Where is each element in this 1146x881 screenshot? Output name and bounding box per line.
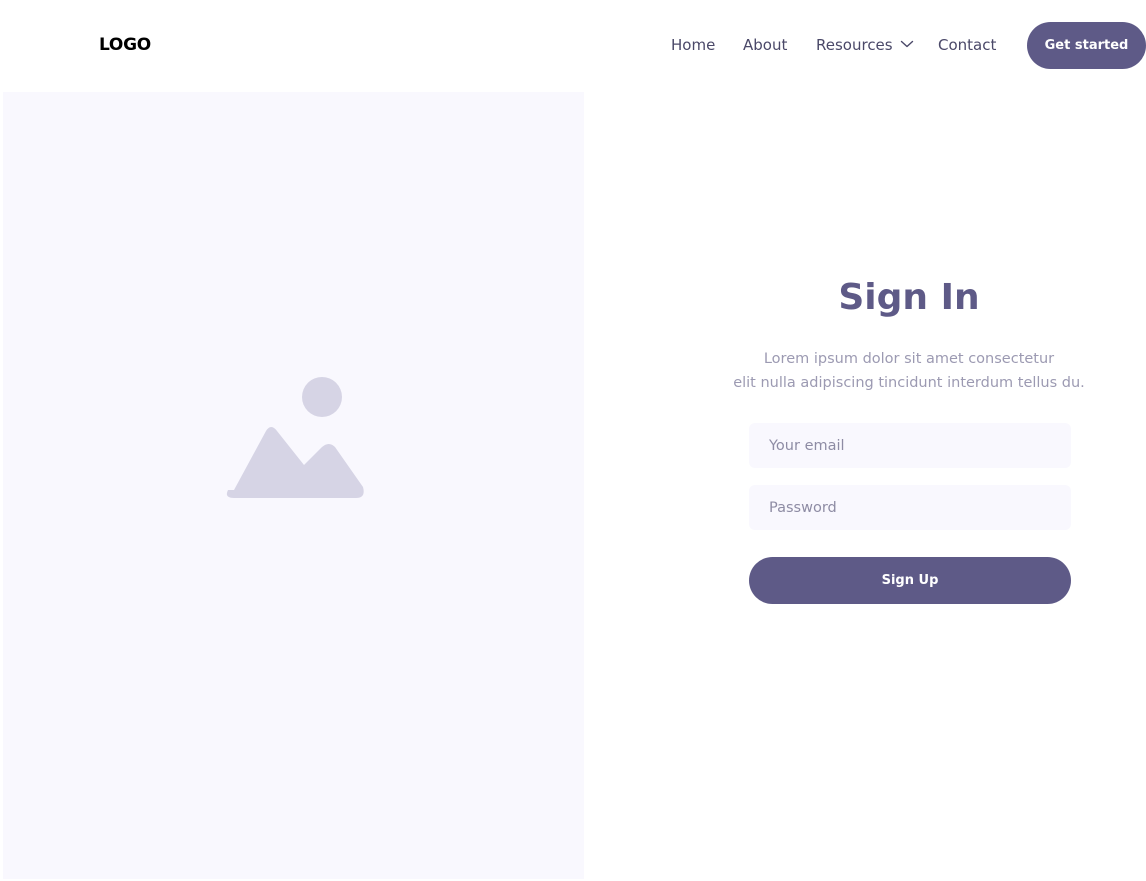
placeholder-sun-shape [302, 377, 342, 417]
image-panel [3, 92, 584, 879]
nav-link-contact[interactable]: Contact [938, 34, 996, 56]
nav-link-about[interactable]: About [743, 34, 787, 56]
page-title: Sign In [838, 277, 980, 318]
logo[interactable]: LOGO [99, 34, 151, 56]
password-field[interactable] [749, 485, 1071, 530]
get-started-button[interactable]: Get started [1027, 22, 1146, 69]
nav-link-resources[interactable]: Resources [816, 34, 914, 56]
top-navigation-bar: LOGO Home About Resources Contact Get st… [0, 0, 1146, 92]
nav-link-home[interactable]: Home [671, 34, 715, 56]
sign-in-description: Lorem ipsum dolor sit amet consectetur e… [700, 347, 1118, 395]
sign-in-description-line-1: Lorem ipsum dolor sit amet consectetur [763, 351, 1055, 367]
email-field[interactable] [749, 423, 1071, 468]
image-placeholder-icon [226, 377, 364, 498]
chevron-down-icon [900, 40, 913, 47]
placeholder-mountain-shape [226, 427, 364, 498]
sign-in-page: LOGO Home About Resources Contact Get st… [0, 0, 1146, 881]
sign-in-description-line-2: elit nulla adipiscing tincidunt interdum… [733, 375, 1085, 391]
sign-up-button[interactable]: Sign Up [749, 557, 1071, 604]
nav-link-resources-label: Resources [816, 36, 893, 54]
